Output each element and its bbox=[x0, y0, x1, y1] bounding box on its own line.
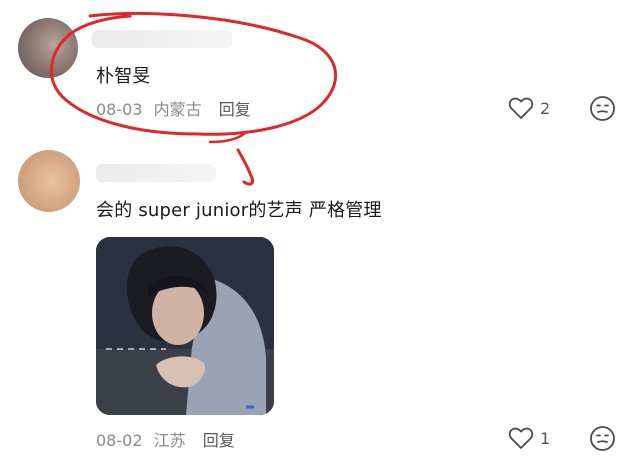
comment-meta: 08-03 内蒙古 回复 bbox=[96, 96, 251, 120]
smiley-face-icon bbox=[590, 426, 615, 451]
comment-image[interactable] bbox=[96, 237, 274, 415]
like-button[interactable] bbox=[508, 96, 534, 120]
comment-date: 08-03 bbox=[96, 100, 143, 119]
react-button[interactable] bbox=[589, 425, 616, 452]
like-button[interactable] bbox=[508, 426, 534, 450]
username-blurred[interactable] bbox=[96, 164, 216, 182]
comment-location: 江苏 bbox=[153, 431, 186, 450]
reply-button[interactable]: 回复 bbox=[219, 100, 251, 119]
like-count: 2 bbox=[540, 99, 551, 118]
avatar[interactable] bbox=[18, 18, 78, 78]
like-count: 1 bbox=[540, 429, 551, 448]
comment-text: 朴智旻 bbox=[96, 66, 151, 87]
username-blurred[interactable] bbox=[92, 30, 232, 48]
comment-meta: 08-02 江苏 回复 bbox=[96, 427, 235, 451]
comment-date: 08-02 bbox=[96, 431, 143, 450]
heart-outline-icon bbox=[508, 97, 534, 119]
heart-outline-icon bbox=[508, 427, 534, 449]
comment-location: 内蒙古 bbox=[153, 100, 202, 119]
smiley-face-icon bbox=[590, 96, 615, 121]
photo-thumbnail bbox=[96, 237, 274, 415]
react-button[interactable] bbox=[589, 95, 616, 122]
avatar[interactable] bbox=[18, 150, 80, 212]
comment-text: 会的 super junior的艺声 严格管理 bbox=[96, 200, 382, 221]
reply-button[interactable]: 回复 bbox=[203, 431, 235, 450]
